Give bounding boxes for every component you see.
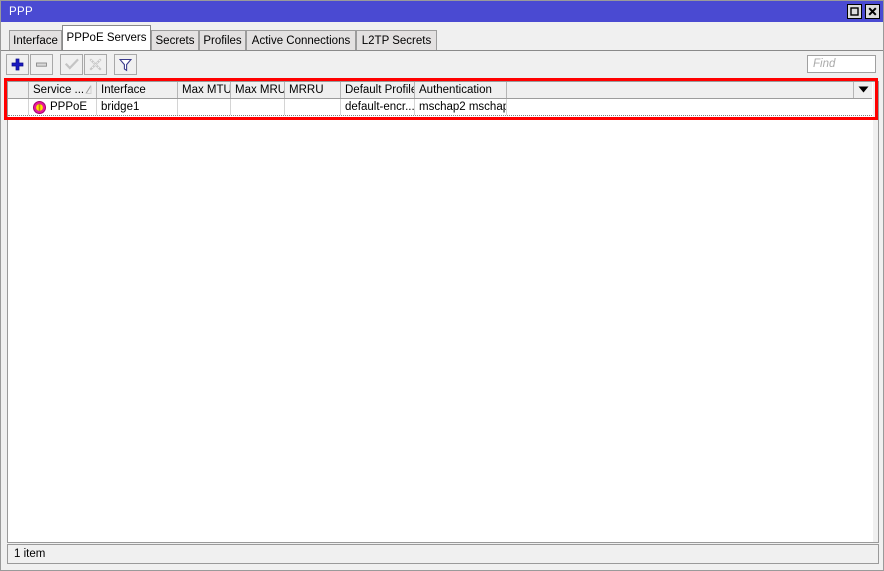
tab-profiles[interactable]: Profiles <box>199 30 246 50</box>
tab-pppoe-servers[interactable]: PPPoE Servers <box>62 25 151 50</box>
sort-ascending-icon <box>85 85 92 96</box>
header-label: Default Profile <box>345 84 415 96</box>
cross-icon <box>89 58 102 71</box>
tab-label: PPPoE Servers <box>66 32 147 44</box>
header-cell-spacer <box>507 82 854 98</box>
find-box[interactable]: Find <box>807 55 876 73</box>
header-cell-service[interactable]: Service ... <box>29 82 97 98</box>
table-header: Service ... Interface Max MTU Max MRU MR… <box>8 82 872 99</box>
header-label: MRRU <box>289 84 324 96</box>
row-cell-interface: bridge1 <box>97 99 178 115</box>
row-cell-mrru <box>285 99 341 115</box>
plus-icon <box>11 58 24 71</box>
header-label: Max MTU <box>182 84 231 96</box>
check-icon <box>64 58 79 71</box>
enable-button[interactable] <box>60 54 83 75</box>
header-label: Interface <box>101 84 146 96</box>
tab-label: Interface <box>13 34 58 47</box>
filter-icon <box>119 58 132 72</box>
status-bar: 1 item <box>7 544 879 564</box>
header-cell-default-profile[interactable]: Default Profile <box>341 82 415 98</box>
minus-icon <box>35 58 48 71</box>
header-cell-flags[interactable] <box>8 82 29 98</box>
header-cell-mrru[interactable]: MRRU <box>285 82 341 98</box>
chevron-down-icon <box>858 84 869 96</box>
header-cell-interface[interactable]: Interface <box>97 82 178 98</box>
tab-label: L2TP Secrets <box>361 34 432 47</box>
window-title: PPP <box>9 5 33 18</box>
tab-label: Profiles <box>203 34 242 47</box>
disable-button[interactable] <box>84 54 107 75</box>
column-chooser-button[interactable] <box>854 82 872 98</box>
tab-secrets[interactable]: Secrets <box>151 30 199 50</box>
row-authentication-label: mschap2 mschap... <box>419 101 506 113</box>
tab-interface[interactable]: Interface <box>9 30 62 50</box>
add-button[interactable] <box>6 54 29 75</box>
table-row[interactable]: PPPoE bridge1 default-encr... mschap2 ms… <box>8 99 872 116</box>
tab-label: Secrets <box>155 34 195 47</box>
row-interface-label: bridge1 <box>101 101 140 113</box>
tab-l2tp-secrets[interactable]: L2TP Secrets <box>356 30 437 50</box>
row-cell-max-mru <box>231 99 285 115</box>
find-placeholder: Find <box>813 58 836 70</box>
row-default-profile-label: default-encr... <box>345 101 415 113</box>
row-cell-default-profile: default-encr... <box>341 99 415 115</box>
header-label: Max MRU <box>235 84 285 96</box>
header-label: Service ... <box>33 84 85 96</box>
row-cell-max-mtu <box>178 99 231 115</box>
header-cell-authentication[interactable]: Authentication <box>415 82 507 98</box>
tab-bar: Interface PPPoE Servers Secrets Profiles… <box>1 22 883 51</box>
vertical-scrollbar[interactable] <box>873 81 879 543</box>
maximize-icon <box>850 7 859 16</box>
tab-label: Active Connections <box>251 34 351 47</box>
row-flags-cell <box>8 99 29 115</box>
item-count-label: 1 item <box>14 548 46 560</box>
row-cell-authentication: mschap2 mschap... <box>415 99 507 115</box>
remove-button[interactable] <box>30 54 53 75</box>
filter-button[interactable] <box>114 54 137 75</box>
header-cell-max-mru[interactable]: Max MRU <box>231 82 285 98</box>
header-label: Authentication <box>419 84 492 96</box>
tab-active-connections[interactable]: Active Connections <box>246 30 356 50</box>
close-button[interactable] <box>865 4 880 19</box>
row-service-label: PPPoE <box>50 101 88 113</box>
ppp-window: PPP Interface PPPoE Servers Secrets Prof… <box>0 0 884 571</box>
row-cell-spacer <box>507 99 872 115</box>
close-icon <box>868 7 877 16</box>
header-cell-max-mtu[interactable]: Max MTU <box>178 82 231 98</box>
toolbar: Find <box>1 51 883 78</box>
row-cell-service: PPPoE <box>29 99 97 115</box>
window-titlebar: PPP <box>1 1 883 22</box>
pppoe-server-icon <box>33 100 46 114</box>
maximize-button[interactable] <box>847 4 862 19</box>
pppoe-servers-list: Service ... Interface Max MTU Max MRU MR… <box>7 81 873 543</box>
window-controls <box>847 4 880 19</box>
